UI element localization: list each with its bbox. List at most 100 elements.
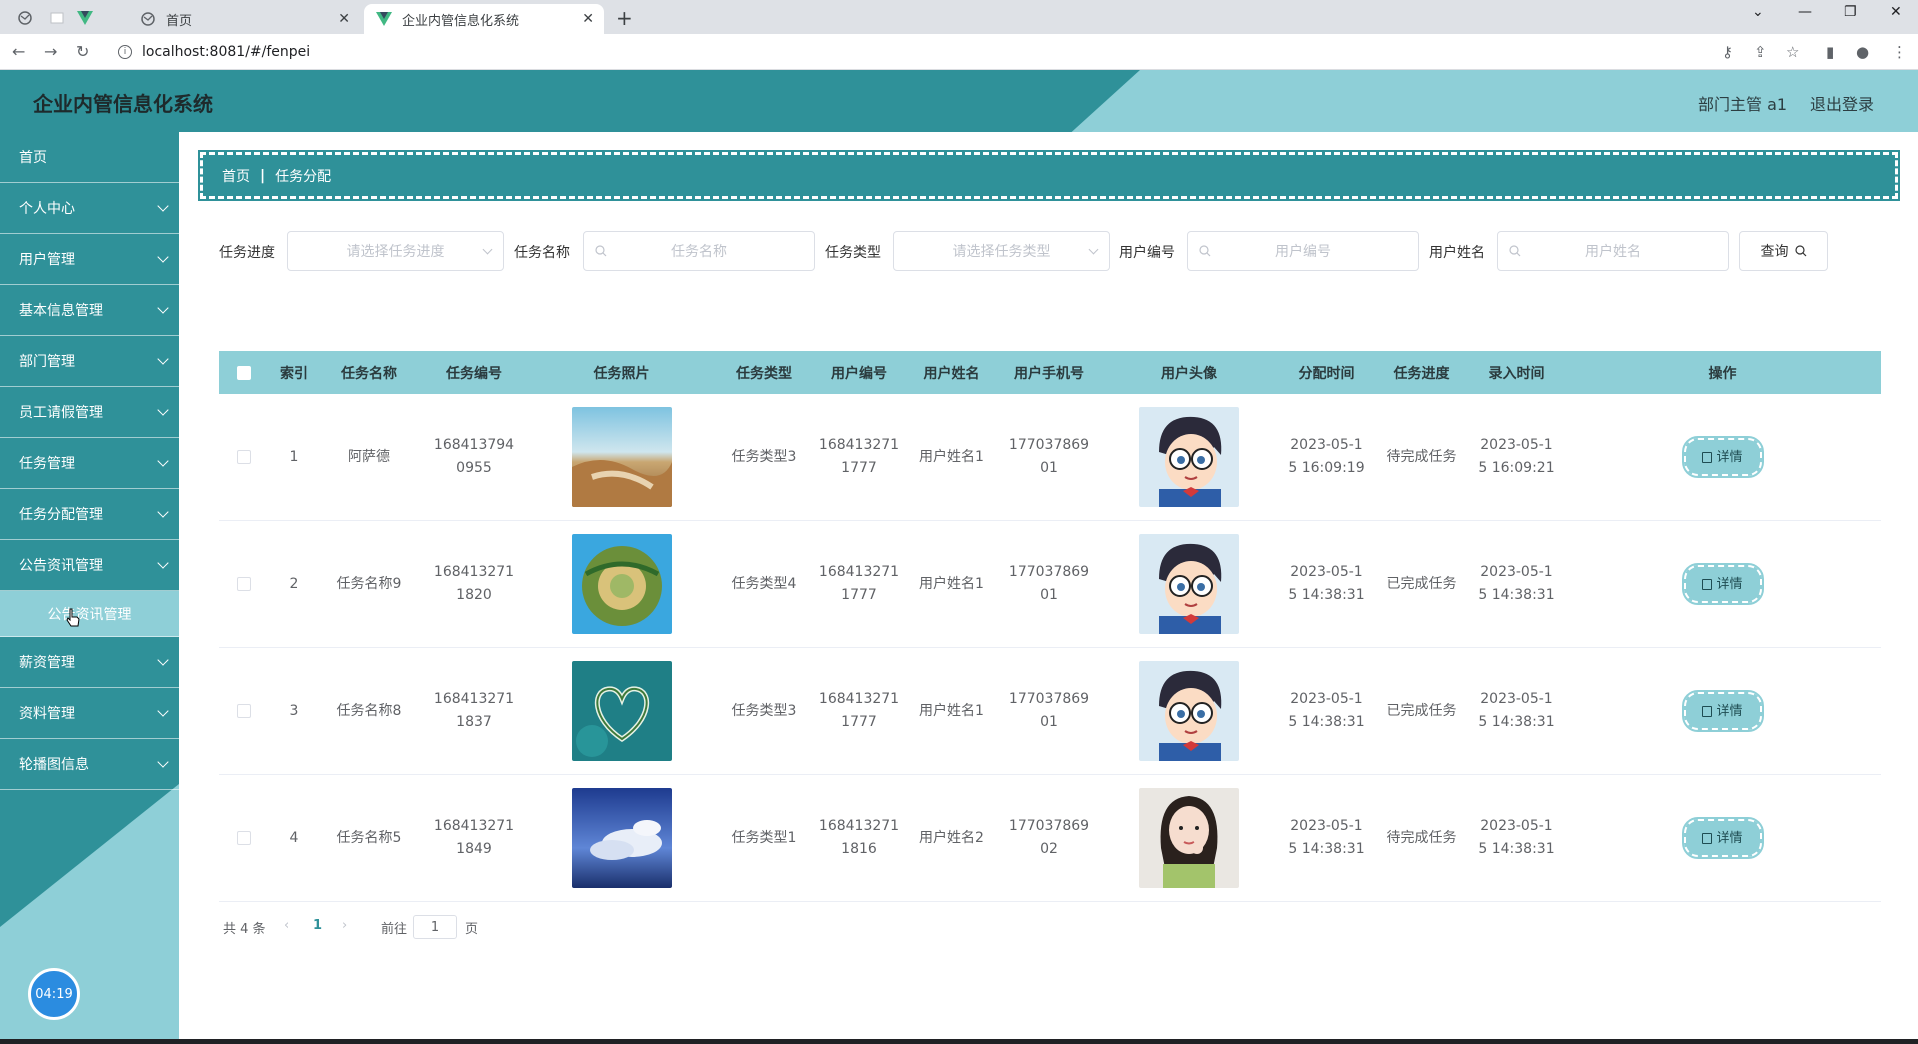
sidebar-item-home[interactable]: 首页 bbox=[0, 132, 179, 183]
task-photo[interactable] bbox=[571, 788, 672, 888]
tab-active[interactable]: 企业内管信息化系统 ✕ bbox=[364, 4, 604, 34]
pinned-tab-2[interactable] bbox=[44, 6, 70, 30]
back-arrow-icon[interactable]: ← bbox=[12, 42, 25, 61]
sidebar-subitem-announcements[interactable]: 公告资讯管理 bbox=[0, 591, 179, 637]
row-checkbox[interactable] bbox=[237, 831, 251, 845]
entry-line2: 5 16:09:21 bbox=[1478, 460, 1555, 476]
breadcrumb-home[interactable]: 首页 bbox=[222, 166, 250, 186]
sidebar-item-label: 部门管理 bbox=[19, 354, 75, 370]
cell-entry: 2023-05-1 5 14:38:31 bbox=[1469, 521, 1564, 647]
detail-button-label: 详情 bbox=[1716, 703, 1743, 719]
sidebar-item-departments[interactable]: 部门管理 bbox=[0, 336, 179, 387]
table-row: 4 任务名称5 168413271 1849 任务类型1 168413271 1816 用户姓… bbox=[219, 775, 1881, 902]
progress-value: 已完成任务 bbox=[1386, 575, 1457, 592]
task-type-select[interactable]: 请选择任务类型 bbox=[893, 231, 1110, 271]
sidebar-subitem-label: 公告资讯管理 bbox=[47, 606, 132, 623]
sidebar-item-label: 任务分配管理 bbox=[19, 507, 103, 523]
user-name-input[interactable]: 用户姓名 bbox=[1497, 231, 1729, 271]
no-line2: 1849 bbox=[456, 841, 492, 857]
tab-title: 首页 bbox=[166, 13, 193, 29]
sidebar-item-users[interactable]: 用户管理 bbox=[0, 234, 179, 285]
phone-line1: 177037869 bbox=[1008, 437, 1090, 453]
row-checkbox[interactable] bbox=[237, 577, 251, 591]
user-no-placeholder: 用户编号 bbox=[1275, 244, 1331, 260]
cell-userno: 168413271 1816 bbox=[814, 775, 904, 901]
username-value: 用户姓名1 bbox=[919, 575, 984, 592]
row-checkbox[interactable] bbox=[237, 704, 251, 718]
page-number[interactable]: 1 bbox=[313, 918, 322, 933]
user-avatar[interactable] bbox=[1139, 788, 1239, 888]
close-icon[interactable]: ✕ bbox=[338, 11, 350, 27]
goto-suffix: 页 bbox=[465, 922, 479, 937]
no-line1: 168413271 bbox=[433, 818, 515, 834]
star-icon[interactable]: ☆ bbox=[1786, 43, 1799, 61]
task-photo[interactable] bbox=[571, 534, 672, 634]
url-field[interactable]: i localhost:8081/#/fenpei bbox=[108, 38, 1688, 66]
sidepanel-icon[interactable]: ▮ bbox=[1826, 43, 1834, 61]
sidebar-item-documents[interactable]: 资料管理 bbox=[0, 688, 179, 739]
user-avatar[interactable] bbox=[1139, 534, 1239, 634]
user-avatar[interactable] bbox=[1139, 407, 1239, 507]
detail-button[interactable]: 详情 bbox=[1681, 436, 1764, 478]
close-icon[interactable]: ✕ bbox=[582, 11, 594, 27]
type-value: 任务类型3 bbox=[731, 702, 797, 719]
progress-select[interactable]: 请选择任务进度 bbox=[287, 231, 504, 271]
detail-button[interactable]: 详情 bbox=[1681, 690, 1764, 732]
cell-progress: 已完成任务 bbox=[1374, 648, 1469, 774]
document-icon bbox=[1702, 705, 1713, 717]
type-value: 任务类型3 bbox=[731, 448, 797, 465]
breadcrumb-current: 任务分配 bbox=[275, 168, 332, 185]
row-checkbox-cell bbox=[219, 775, 269, 901]
user-avatar[interactable] bbox=[1139, 661, 1239, 761]
detail-button[interactable]: 详情 bbox=[1681, 563, 1764, 605]
sidebar-item-carousel[interactable]: 轮播图信息 bbox=[0, 739, 179, 790]
key-icon[interactable]: ⚷ bbox=[1722, 43, 1733, 61]
restore-icon[interactable]: ❐ bbox=[1844, 4, 1857, 20]
user-no-input[interactable]: 用户编号 bbox=[1187, 231, 1419, 271]
sidebar-item-task-assign[interactable]: 任务分配管理 bbox=[0, 489, 179, 540]
progress-value: 已完成任务 bbox=[1386, 702, 1457, 719]
task-name-input[interactable]: 任务名称 bbox=[583, 231, 815, 271]
window-close-icon[interactable]: ✕ bbox=[1890, 4, 1902, 20]
search-icon bbox=[1509, 245, 1521, 257]
name-value: 阿萨德 bbox=[348, 448, 390, 465]
row-checkbox[interactable] bbox=[237, 450, 251, 464]
goto-page-input[interactable]: 1 bbox=[413, 915, 457, 939]
sidebar-item-profile[interactable]: 个人中心 bbox=[0, 183, 179, 234]
query-button[interactable]: 查询 bbox=[1739, 231, 1828, 271]
prev-page-icon[interactable]: ‹ bbox=[284, 918, 289, 933]
chevron-down-icon bbox=[157, 251, 169, 263]
pinned-tab-1[interactable] bbox=[12, 6, 38, 30]
chevron-down-icon[interactable]: ⌄ bbox=[1752, 4, 1764, 20]
cell-phone: 177037869 01 bbox=[999, 521, 1099, 647]
chevron-down-icon bbox=[157, 302, 169, 314]
sidebar-item-leave[interactable]: 员工请假管理 bbox=[0, 387, 179, 438]
cell-assign: 2023-05-1 5 14:38:31 bbox=[1279, 521, 1374, 647]
task-photo[interactable] bbox=[571, 661, 672, 761]
detail-button[interactable]: 详情 bbox=[1681, 817, 1764, 859]
tab-home[interactable]: 首页 ✕ bbox=[128, 4, 360, 34]
chevron-down-icon bbox=[157, 557, 169, 569]
minimize-icon[interactable]: — bbox=[1798, 4, 1812, 20]
phone-line2: 01 bbox=[1040, 460, 1058, 476]
pinned-tab-3[interactable] bbox=[72, 6, 98, 30]
task-photo[interactable] bbox=[571, 407, 672, 507]
new-tab-icon[interactable]: + bbox=[616, 6, 633, 30]
select-all-checkbox[interactable] bbox=[237, 365, 251, 380]
sidebar-item-salary[interactable]: 薪资管理 bbox=[0, 637, 179, 688]
progress-label: 任务进度 bbox=[219, 245, 275, 261]
assign-line2: 5 16:09:19 bbox=[1288, 460, 1365, 476]
profile-icon[interactable]: ● bbox=[1856, 43, 1869, 61]
reload-icon[interactable]: ↻ bbox=[76, 42, 89, 61]
menu-kebab-icon[interactable]: ⋮ bbox=[1892, 43, 1907, 61]
forward-arrow-icon[interactable]: → bbox=[44, 42, 57, 61]
info-icon[interactable]: i bbox=[118, 45, 132, 59]
sidebar-item-tasks[interactable]: 任务管理 bbox=[0, 438, 179, 489]
sidebar-item-announcements[interactable]: 公告资讯管理 bbox=[0, 540, 179, 591]
action-cell: 详情 bbox=[1564, 521, 1881, 647]
next-page-icon[interactable]: › bbox=[342, 918, 347, 933]
sidebar-item-basic-info[interactable]: 基本信息管理 bbox=[0, 285, 179, 336]
share-icon[interactable]: ⇪ bbox=[1754, 43, 1767, 61]
cell-index: 2 bbox=[269, 521, 319, 647]
logout-link[interactable]: 退出登录 bbox=[1810, 91, 1874, 115]
